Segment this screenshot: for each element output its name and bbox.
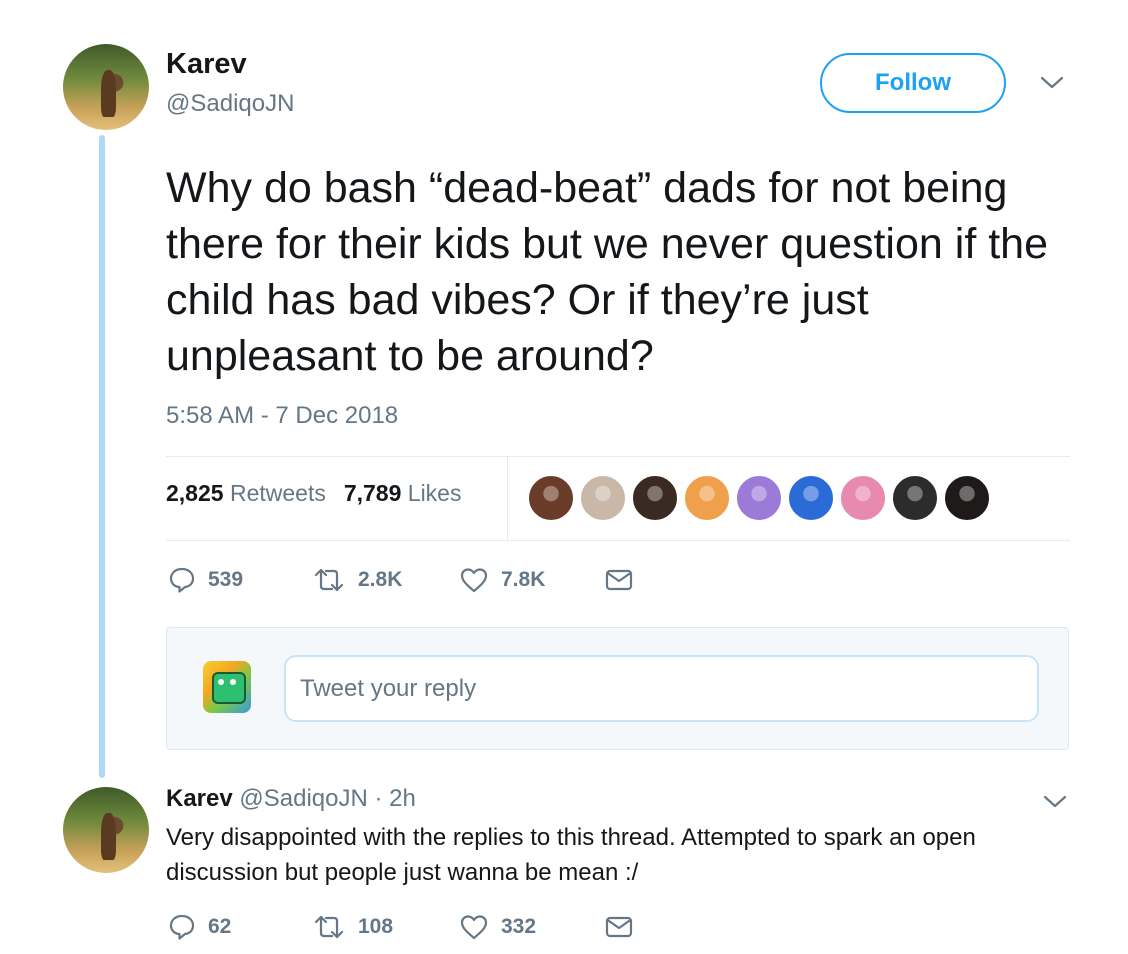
author-handle[interactable]: @SadiqoJN (166, 90, 294, 118)
tweet-stats: 2,825 Retweets 7,789 Likes (166, 480, 461, 507)
retweets-count: 2,825 (166, 480, 224, 506)
dm-action[interactable] (604, 566, 634, 594)
reply-icon (169, 567, 195, 593)
reply-author-handle[interactable]: @SadiqoJN (239, 785, 367, 812)
reply-like-count: 332 (501, 915, 537, 938)
chevron-down-icon[interactable] (1040, 76, 1064, 95)
reply-reply-count: 62 (208, 915, 232, 938)
reply-like-action[interactable]: 332 (459, 913, 536, 941)
reply-author-name[interactable]: Karev (166, 785, 233, 812)
like-icon (460, 915, 488, 940)
reply-retweet-action[interactable]: 108 (312, 913, 393, 941)
reply-text: Very disappointed with the replies to th… (166, 824, 976, 886)
liker-avatar[interactable] (579, 474, 627, 522)
retweet-count: 2.8K (358, 568, 403, 591)
liker-avatar[interactable] (527, 474, 575, 522)
reply-action[interactable]: 539 (168, 566, 243, 594)
thread-connector-line (99, 135, 105, 778)
liker-avatar[interactable] (631, 474, 679, 522)
reply-author-avatar[interactable] (63, 787, 149, 873)
likes-label: Likes (407, 480, 462, 506)
reply-input-placeholder: Tweet your reply (300, 674, 477, 702)
follow-button[interactable]: Follow (820, 53, 1006, 113)
reply-dm-action[interactable] (604, 913, 634, 941)
liker-avatar[interactable] (787, 474, 835, 522)
likes-stat[interactable]: 7,789 Likes (344, 480, 462, 507)
reply-retweet-count: 108 (358, 915, 394, 938)
reply-input[interactable]: Tweet your reply (284, 655, 1039, 722)
current-user-avatar[interactable] (203, 661, 251, 713)
tweet-timestamp[interactable]: 5:58 AM - 7 Dec 2018 (166, 402, 398, 430)
retweets-label: Retweets (229, 480, 326, 506)
reply-count: 539 (208, 568, 244, 591)
retweet-action[interactable]: 2.8K (312, 566, 402, 594)
reply-header: Karev @SadiqoJN · 2h (166, 785, 416, 813)
reply-icon (169, 914, 195, 940)
like-icon (460, 568, 488, 593)
author-avatar[interactable] (63, 44, 149, 130)
retweet-icon (314, 915, 344, 939)
author-name[interactable]: Karev (166, 48, 247, 81)
retweet-icon (314, 568, 344, 592)
liker-avatar[interactable] (683, 474, 731, 522)
tweet-text: Why do bash “dead-beat” dads for not bei… (166, 164, 1048, 380)
liker-avatar[interactable] (891, 474, 939, 522)
reply-reply-action[interactable]: 62 (168, 913, 231, 941)
reply-chevron-down-icon[interactable] (1043, 795, 1067, 814)
liker-avatar[interactable] (943, 474, 991, 522)
liker-avatar[interactable] (839, 474, 887, 522)
stats-separator (507, 457, 508, 541)
reply-time[interactable]: · 2h (375, 785, 416, 812)
retweets-stat[interactable]: 2,825 Retweets (166, 480, 326, 507)
liker-avatar[interactable] (735, 474, 783, 522)
like-count: 7.8K (501, 568, 546, 591)
likes-count: 7,789 (343, 480, 402, 506)
dm-icon (605, 569, 633, 591)
like-action[interactable]: 7.8K (459, 566, 545, 594)
dm-icon (605, 916, 633, 938)
divider-top (166, 456, 1070, 457)
divider-bottom (166, 540, 1070, 541)
